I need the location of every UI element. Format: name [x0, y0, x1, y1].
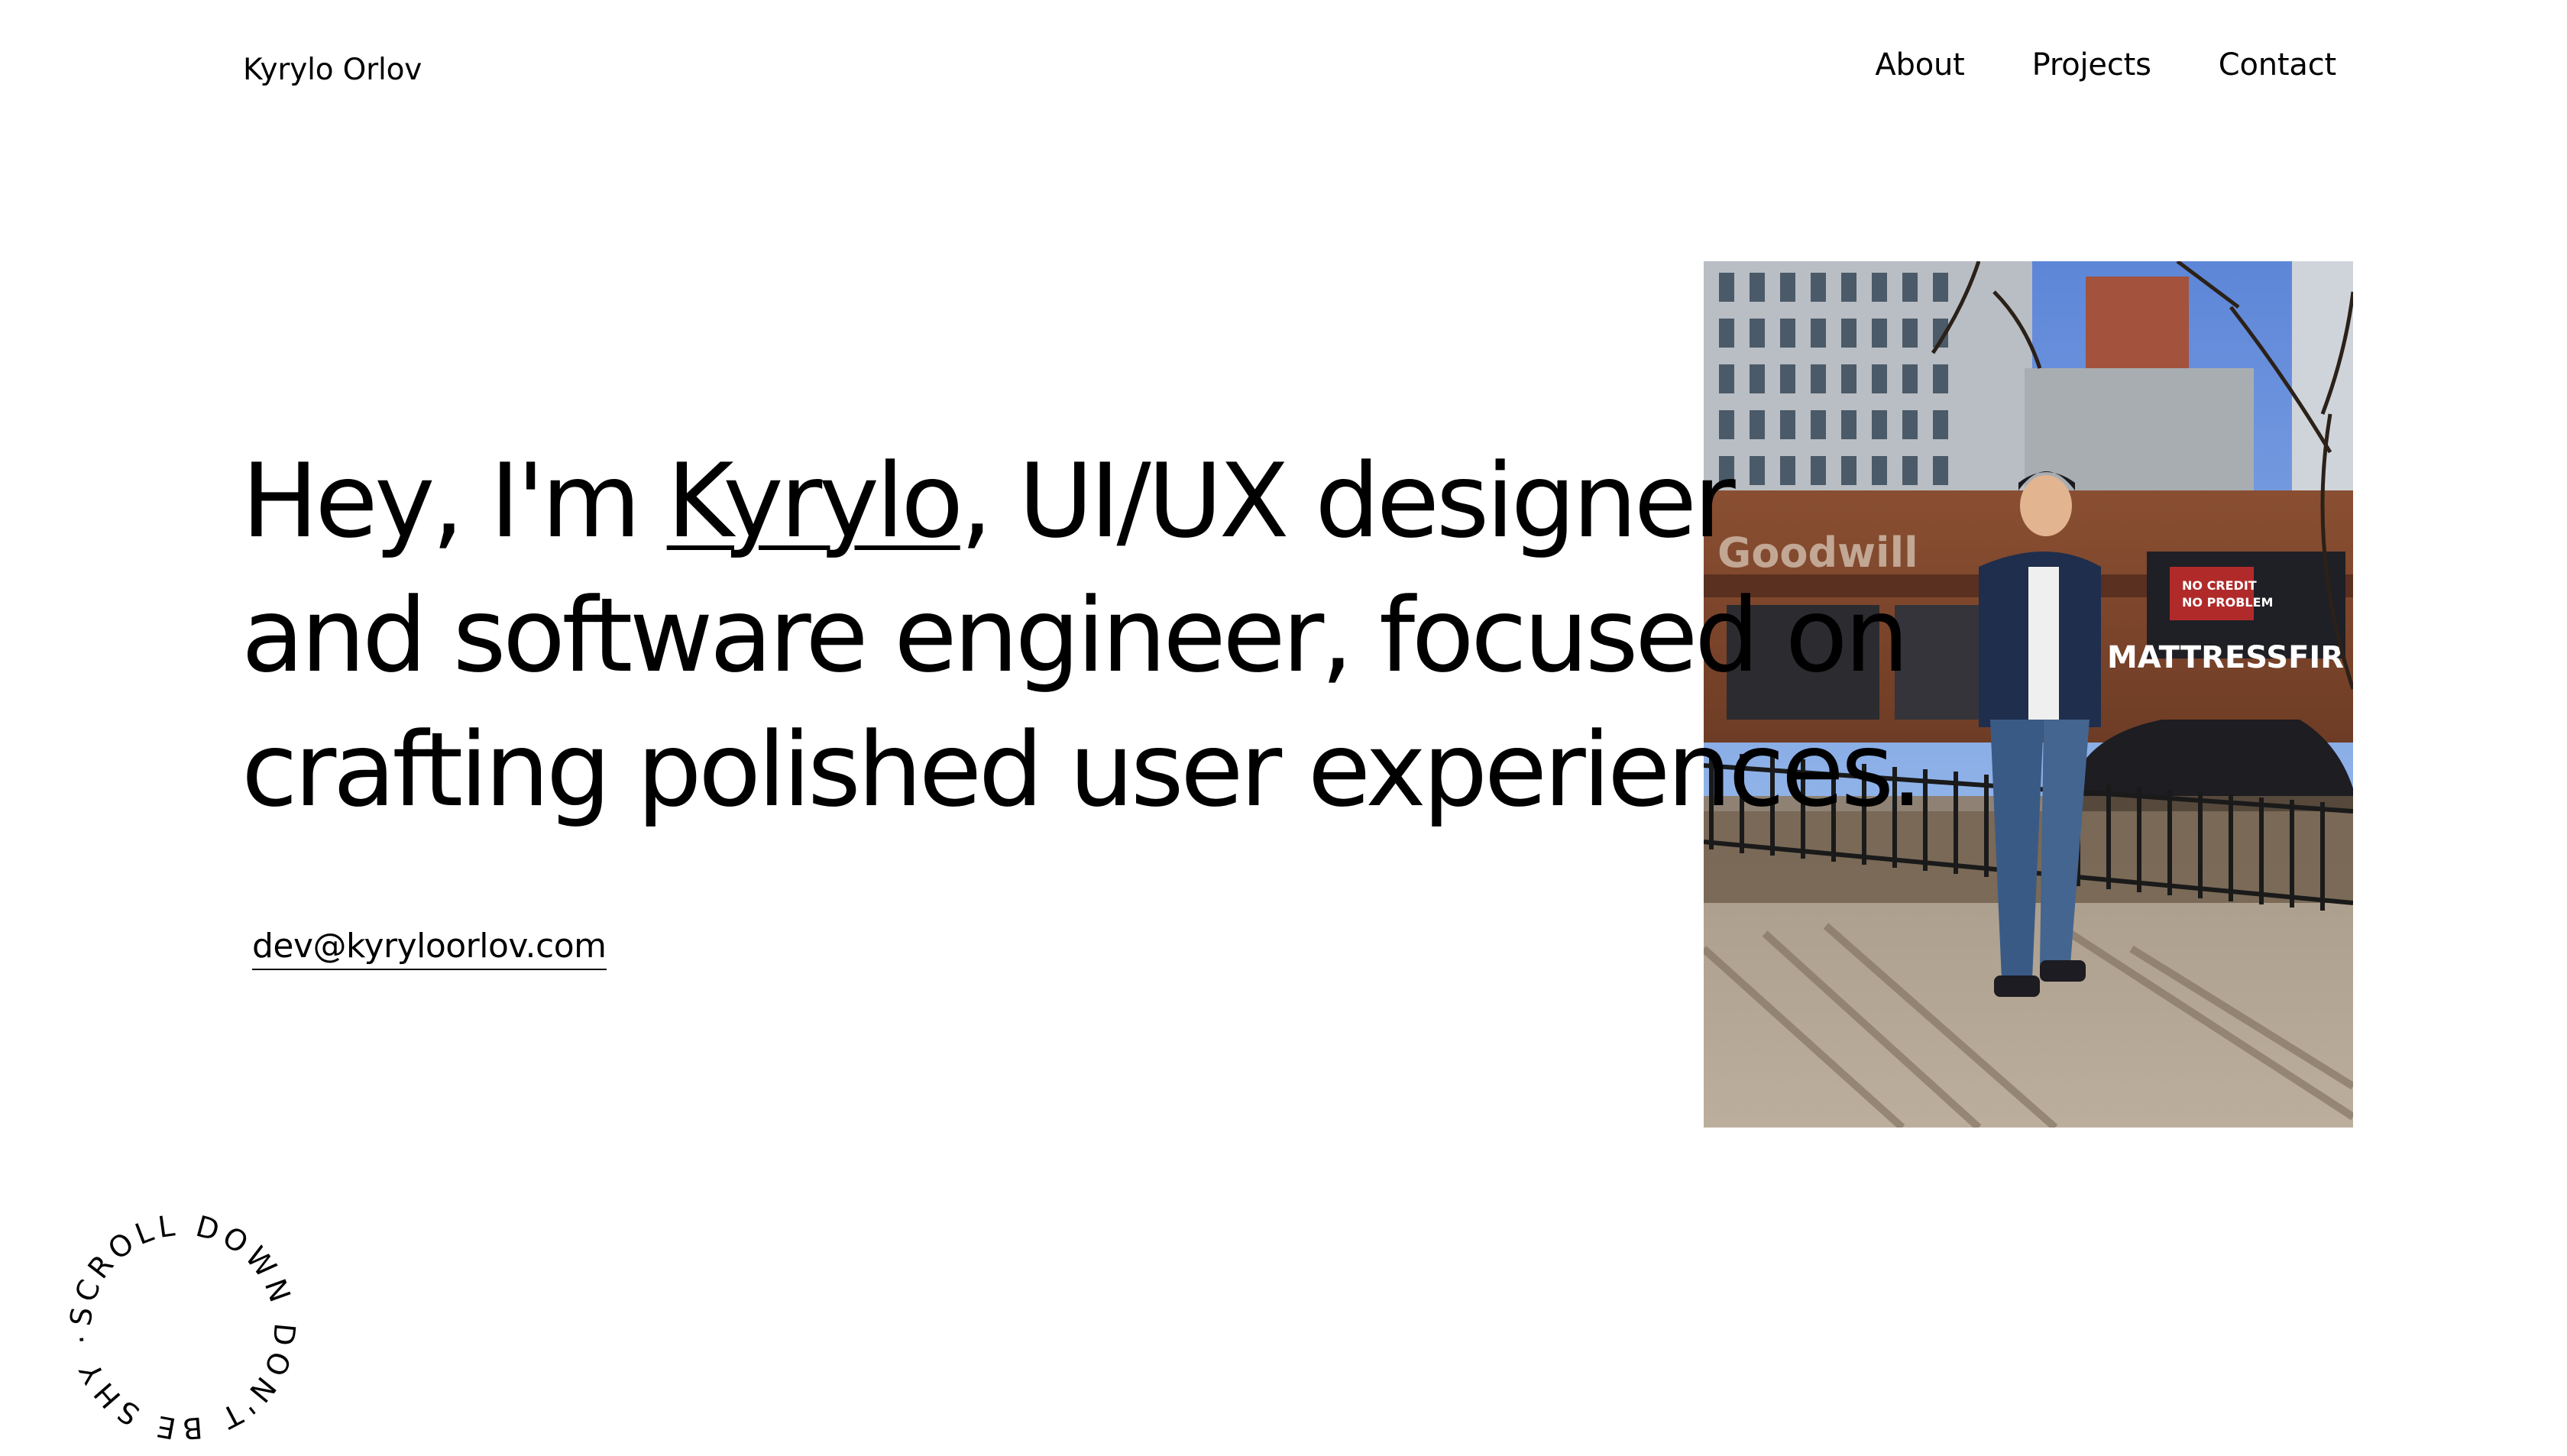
nav-about-link[interactable]: About: [1875, 46, 1964, 84]
hero-headline: Hey, I'm Kyrylo, UI/UX designer and soft…: [241, 434, 1923, 837]
headline-line-2: and software engineer, focused on: [241, 576, 1909, 695]
headline-line-3: crafting polished user experiences.: [241, 710, 1923, 830]
nav-contact-link[interactable]: Contact: [2219, 46, 2336, 84]
credit-sign-line1: NO CREDIT: [2182, 578, 2257, 593]
scroll-down-badge: SCROLL DOWN DON'T BE SHY · SCROLL DOWN D…: [40, 1174, 309, 1453]
name-link[interactable]: Kyrylo: [667, 442, 964, 561]
headline-line-1: Hey, I'm Kyrylo, UI/UX designer: [241, 434, 1920, 568]
scroll-down-text: SCROLL DOWN DON'T BE SHY · SCROLL DOWN D…: [40, 1174, 297, 1446]
mattress-sign: MATTRESSFIR: [2107, 640, 2344, 675]
credit-sign-line2: NO PROBLEM: [2182, 595, 2273, 610]
nav-projects-link[interactable]: Projects: [2032, 46, 2151, 84]
svg-text:SCROLL DOWN DON'T BE SHY · SCR: SCROLL DOWN DON'T BE SHY · SCROLL DOWN D…: [40, 1174, 302, 1446]
email-link[interactable]: dev@kyryloorlov.com: [252, 926, 607, 970]
main-nav: About Projects Contact: [1875, 46, 2336, 84]
headline-role: , UI/UX designer: [960, 442, 1736, 561]
headline-intro: Hey, I'm: [241, 442, 667, 561]
site-brand[interactable]: Kyrylo Orlov: [243, 52, 422, 89]
